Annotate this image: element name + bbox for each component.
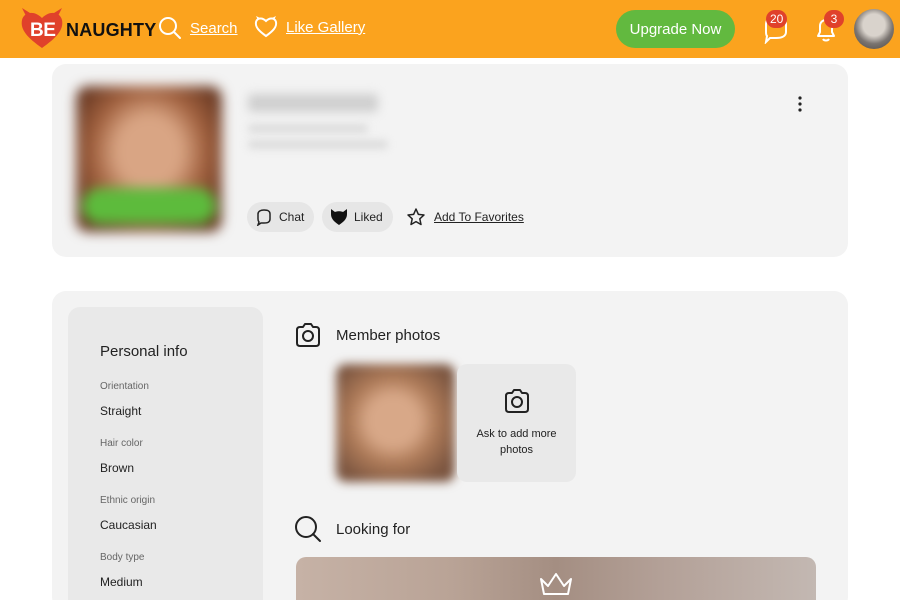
profile-details-blurred	[248, 124, 368, 133]
hair-color-label: Hair color	[100, 438, 143, 449]
camera-icon	[505, 389, 529, 413]
like-gallery-label: Like Gallery	[286, 18, 366, 36]
member-photos-title: Member photos	[336, 326, 441, 344]
profile-details-card: Personal info Orientation Straight Hair …	[52, 291, 848, 600]
body-type-label: Body type	[100, 552, 145, 563]
ask-more-photos-label: Ask to add more photos	[476, 428, 557, 456]
heart-icon	[254, 16, 278, 38]
looking-for-locked-banner[interactable]	[296, 557, 816, 600]
search-link-label: Search	[190, 19, 238, 37]
top-navigation-bar: BE NAUGHTY Search Like Gallery Upgrade N…	[0, 0, 900, 58]
chat-button-label: Chat	[279, 210, 305, 224]
search-icon	[295, 516, 321, 542]
profile-location-blurred	[248, 140, 388, 149]
upgrade-now-button[interactable]: Upgrade Now	[616, 10, 735, 48]
hair-color-value: Brown	[100, 461, 135, 475]
logo-be-text: BE	[30, 20, 56, 41]
logo-naughty-text: NAUGHTY	[66, 20, 157, 40]
orientation-value: Straight	[100, 404, 142, 418]
add-to-favorites-label: Add To Favorites	[434, 210, 524, 224]
like-gallery-link[interactable]: Like Gallery	[254, 16, 365, 38]
profile-summary-card: Chat Liked Add To Favorites	[52, 64, 848, 257]
personal-info-title: Personal info	[100, 343, 188, 360]
looking-for-heading: Looking for	[294, 515, 410, 543]
profile-photo-blurred[interactable]	[76, 86, 222, 232]
add-to-favorites-button[interactable]: Add To Favorites	[406, 207, 524, 227]
camera-icon	[296, 323, 320, 347]
notifications-count-badge: 3	[824, 10, 844, 28]
search-icon	[159, 17, 181, 39]
looking-for-title: Looking for	[336, 520, 411, 538]
cat-heart-icon	[331, 209, 347, 225]
member-photos-heading: Member photos	[294, 322, 440, 348]
ask-more-photos-button[interactable]: Ask to add more photos	[457, 364, 576, 482]
search-link[interactable]: Search	[158, 16, 238, 40]
chat-button[interactable]: Chat	[247, 202, 315, 232]
profile-name-blurred	[248, 94, 378, 112]
ethnic-origin-label: Ethnic origin	[100, 495, 156, 506]
user-avatar[interactable]	[854, 9, 894, 49]
body-type-value: Medium	[100, 575, 143, 589]
star-icon	[407, 208, 425, 226]
benaughty-logo[interactable]: BE NAUGHTY	[18, 8, 156, 50]
ethnic-origin-value: Caucasian	[100, 518, 157, 532]
personal-info-panel: Personal info Orientation Straight Hair …	[68, 307, 263, 600]
crown-icon	[540, 573, 572, 595]
liked-button-label: Liked	[354, 210, 383, 224]
more-vertical-icon[interactable]	[796, 96, 804, 112]
liked-button[interactable]: Liked	[322, 202, 393, 232]
orientation-label: Orientation	[100, 381, 149, 392]
member-photo-thumbnail[interactable]	[336, 364, 455, 482]
messages-count-badge: 20	[766, 10, 788, 28]
chat-bubble-icon	[256, 209, 271, 226]
